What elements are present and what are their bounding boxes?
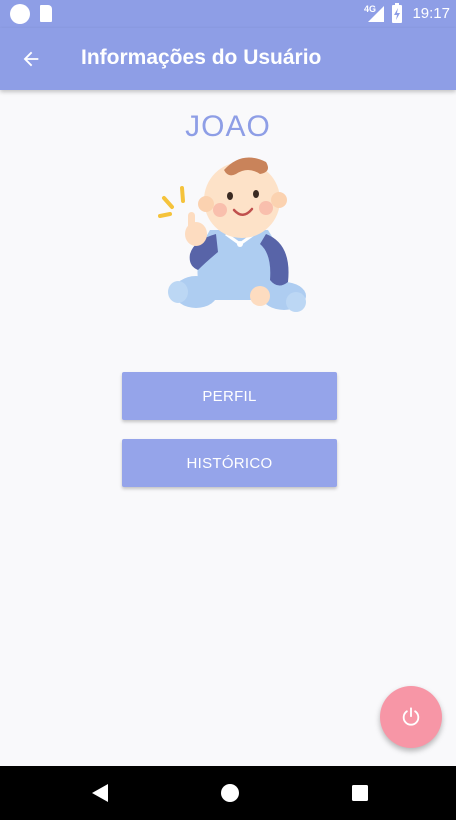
nav-back-button[interactable] <box>85 778 115 808</box>
app-bar: Informações do Usuário <box>0 28 456 90</box>
screen: 4G 19:17 Informações do Usuário JOAO PER… <box>0 0 456 820</box>
logout-fab-button[interactable] <box>380 686 442 748</box>
power-icon <box>402 707 420 726</box>
nav-home-button[interactable] <box>215 778 245 808</box>
baby-avatar-icon <box>158 157 306 312</box>
arrow-left-icon <box>23 51 39 67</box>
system-nav-bar <box>0 766 456 820</box>
nav-recents-icon <box>352 785 368 801</box>
nav-home-icon <box>221 784 239 802</box>
back-button[interactable] <box>12 40 50 78</box>
perfil-button[interactable]: PERFIL <box>122 372 337 420</box>
clock: 19:17 <box>412 5 450 22</box>
battery-charging-icon <box>392 3 402 23</box>
historico-button[interactable]: HISTÓRICO <box>122 439 337 487</box>
sd-card-icon <box>40 5 52 22</box>
nav-recents-button[interactable] <box>345 778 375 808</box>
signal-icon <box>368 6 384 22</box>
user-name: JOAO <box>185 110 271 143</box>
nav-back-icon <box>92 784 108 802</box>
page-title: Informações do Usuário <box>81 46 322 69</box>
circle-notification-icon <box>10 4 30 24</box>
status-bar: 4G 19:17 <box>0 0 456 28</box>
